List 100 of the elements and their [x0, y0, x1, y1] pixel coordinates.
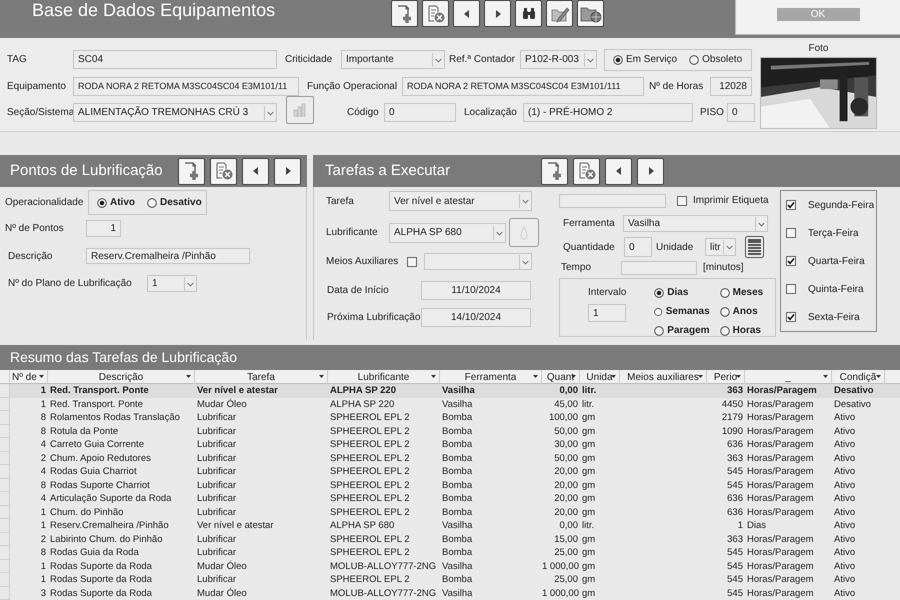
checkbox-option[interactable]: Terça-Feira — [786, 226, 876, 240]
dropdown-field[interactable]: Ver nível e atestar — [389, 191, 532, 211]
dropdown-arrow-icon[interactable] — [723, 240, 735, 254]
dropdown-arrow-icon[interactable] — [432, 52, 444, 66]
text-field[interactable]: SC04 — [73, 50, 277, 69]
checkbox-option[interactable]: Segunda-Feira — [786, 198, 876, 212]
checkbox[interactable] — [786, 200, 796, 210]
table-cell: 2179 — [722, 412, 743, 423]
text-field[interactable]: 0 — [727, 103, 755, 122]
dropdown-field[interactable] — [424, 253, 532, 270]
radio-option[interactable]: Dias — [654, 285, 710, 300]
checkbox[interactable] — [786, 284, 796, 294]
radio-icon[interactable] — [97, 198, 107, 208]
checkbox-option[interactable]: Quarta-Feira — [786, 254, 876, 268]
dropdown-arrow-icon[interactable] — [755, 216, 767, 230]
next-record-button[interactable] — [637, 158, 664, 184]
text-field[interactable]: 14/10/2024 — [421, 308, 531, 327]
radio-option[interactable]: Horas — [720, 323, 775, 338]
filter-arrow-icon[interactable] — [698, 375, 703, 378]
filter-arrow-icon[interactable] — [611, 375, 616, 378]
filter-arrow-icon[interactable] — [186, 375, 191, 378]
checkbox[interactable] — [677, 196, 687, 206]
text-field[interactable]: 11/10/2024 — [421, 281, 531, 300]
text-field[interactable]: (1) - PRÉ-HOMO 2 — [523, 103, 693, 122]
dropdown-arrow-icon[interactable] — [264, 106, 276, 120]
radio-icon[interactable] — [654, 326, 664, 336]
filter-arrow-icon[interactable] — [571, 375, 576, 378]
next-record-button[interactable] — [484, 0, 512, 27]
filter-arrow-icon[interactable] — [431, 375, 436, 378]
table-cell: gm — [582, 534, 596, 544]
field-label: Tempo — [560, 261, 592, 275]
dropdown-field[interactable]: P102-R-003 — [520, 50, 597, 69]
open-folder-button[interactable] — [577, 0, 604, 27]
radio-option[interactable]: Desativo — [147, 195, 202, 210]
edit-button[interactable] — [546, 0, 574, 27]
dropdown-field[interactable]: ALIMENTAÇÃO TREMONHAS CRÚ 3 — [73, 103, 277, 122]
text-field[interactable]: Reserv.Cremalheira /Pinhão — [86, 248, 250, 264]
text-field[interactable]: RODA NORA 2 RETOMA M3SC04SC04 E3M101/11 — [73, 77, 299, 96]
checkbox-option[interactable]: Imprimir Etiqueta — [677, 193, 769, 208]
radio-option[interactable]: Em Serviço — [613, 52, 678, 67]
text-field[interactable]: RODA NORA 2 RETOMA M3SC04SC04 E3M101/111 — [402, 77, 644, 96]
new-record-button[interactable] — [178, 158, 205, 184]
text-field[interactable]: 0 — [624, 237, 652, 257]
text-field[interactable] — [621, 260, 697, 274]
radio-icon[interactable] — [720, 288, 730, 298]
radio-icon[interactable] — [654, 306, 663, 316]
dropdown-arrow-icon[interactable] — [184, 276, 196, 290]
new-record-button[interactable] — [541, 158, 568, 184]
dropdown-arrow-icon[interactable] — [519, 194, 531, 208]
delete-record-button[interactable] — [422, 0, 450, 27]
dropdown-field[interactable]: 1 — [147, 275, 197, 292]
dropdown-arrow-icon[interactable] — [519, 254, 531, 268]
text-field[interactable]: 0 — [384, 103, 456, 122]
calculator-icon[interactable] — [745, 236, 764, 258]
filter-arrow-icon[interactable] — [533, 375, 538, 378]
radio-option[interactable]: Semanas — [654, 304, 710, 319]
filter-arrow-icon[interactable] — [319, 375, 324, 378]
checkbox[interactable] — [786, 228, 796, 238]
delete-record-button[interactable] — [210, 158, 237, 184]
dropdown-arrow-icon[interactable] — [584, 52, 596, 66]
radio-icon[interactable] — [654, 288, 664, 298]
filter-arrow-icon[interactable] — [876, 375, 881, 378]
radio-icon[interactable] — [147, 198, 157, 208]
search-button[interactable] — [515, 0, 542, 27]
radio-option[interactable]: Meses — [720, 285, 775, 300]
dropdown-field[interactable]: Importante — [341, 50, 445, 69]
checkbox[interactable] — [786, 256, 796, 266]
previous-record-button[interactable] — [605, 158, 632, 184]
dropdown-field[interactable]: ALPHA SP 680 — [389, 222, 506, 242]
radio-option[interactable]: Obsoleto — [689, 52, 742, 67]
checkbox-option[interactable]: Sexta-Feira — [786, 310, 876, 324]
previous-record-button[interactable] — [453, 0, 480, 27]
new-record-button[interactable] — [391, 0, 418, 27]
table-row[interactable]: 1 Red. Transport. Ponte Ver nível e atestar ALPHA SP 220 Vasilha 0,00 litr. 363 Horas/Paragem Desativo — [0, 384, 900, 398]
radio-icon[interactable] — [720, 326, 730, 336]
checkbox[interactable] — [407, 256, 417, 266]
radio-icon[interactable] — [613, 54, 623, 64]
dropdown-field[interactable]: litr — [705, 238, 736, 256]
table-cell: Ativo — [834, 480, 856, 490]
text-field[interactable] — [559, 194, 666, 208]
filter-arrow-icon[interactable] — [736, 375, 741, 378]
filter-arrow-icon[interactable] — [823, 375, 828, 378]
dropdown-field[interactable]: Vasilha — [623, 215, 768, 232]
radio-icon[interactable] — [689, 54, 700, 64]
radio-option[interactable]: Paragem — [654, 323, 710, 338]
radio-icon[interactable] — [720, 306, 730, 316]
text-field[interactable]: 12028 — [710, 77, 752, 96]
table-cell: 50,00 — [554, 452, 578, 464]
checkbox-option[interactable]: Quinta-Feira — [786, 282, 876, 296]
table-cell: Horas/Paragem — [747, 385, 817, 396]
text-field[interactable]: 1 — [588, 304, 626, 322]
previous-record-button[interactable] — [242, 158, 269, 184]
delete-record-button[interactable] — [573, 158, 600, 184]
dropdown-arrow-icon[interactable] — [493, 226, 505, 240]
next-record-button[interactable] — [274, 158, 301, 184]
text-field[interactable]: 1 — [86, 220, 121, 237]
radio-option[interactable]: Anos — [720, 304, 775, 319]
checkbox[interactable] — [786, 312, 796, 322]
radio-option[interactable]: Ativo — [97, 195, 135, 210]
filter-arrow-icon[interactable] — [39, 375, 44, 378]
